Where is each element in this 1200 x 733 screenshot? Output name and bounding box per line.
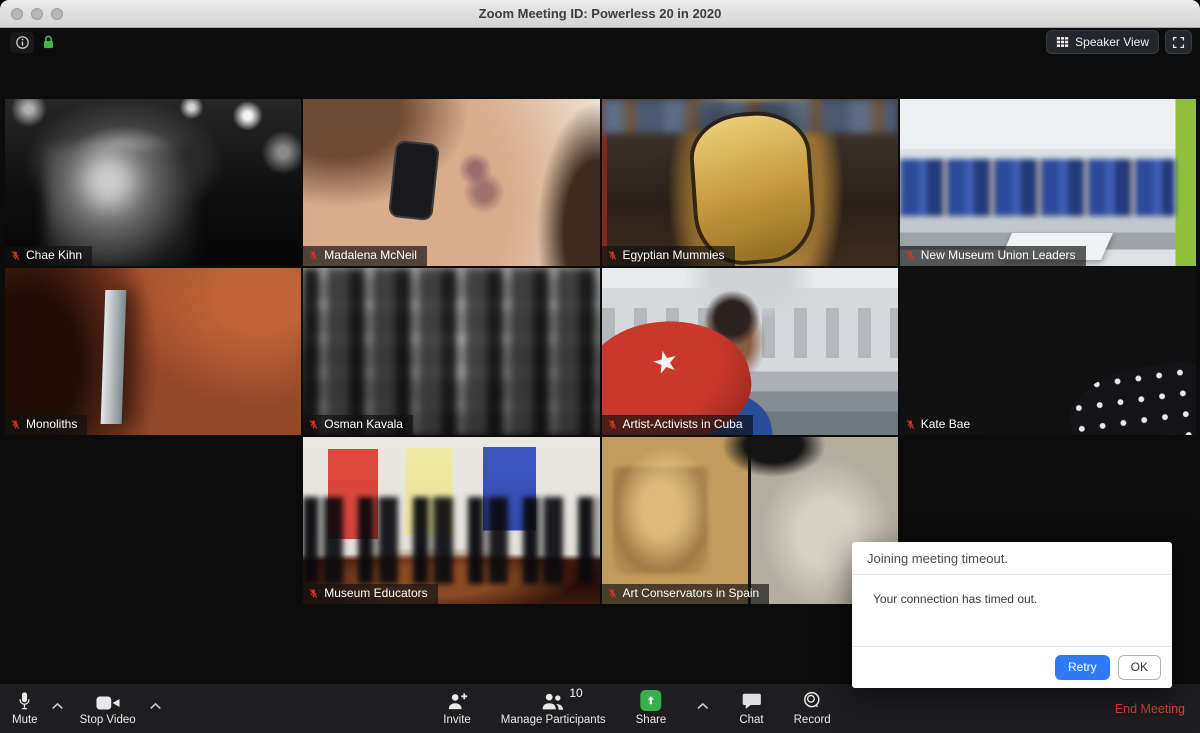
video-tile-new-museum-union-leaders[interactable]: New Museum Union Leaders [900,99,1196,266]
share-button[interactable]: Share [636,690,667,726]
participant-nameplate: New Museum Union Leaders [900,246,1086,266]
record-button[interactable]: Record [794,690,831,726]
participant-nameplate: Chae Kihn [5,246,92,266]
participant-nameplate: Monoliths [5,415,87,435]
manage-participants-label: Manage Participants [501,714,606,726]
muted-mic-icon [905,250,916,261]
speaker-view-button[interactable]: Speaker View [1046,30,1159,54]
gallery-grid-icon [1056,36,1069,48]
participant-nameplate: Kate Bae [900,415,980,435]
participant-name: Kate Bae [921,418,970,431]
mute-label: Mute [12,714,38,726]
fullscreen-icon [1172,36,1185,49]
muted-mic-icon [308,419,319,430]
participant-name: Madalena McNeil [324,249,417,262]
video-tile-osman-kavala[interactable]: Osman Kavala [303,268,599,435]
participant-name: Art Conservators in Spain [623,587,760,600]
participant-name: Osman Kavala [324,418,403,431]
lock-icon [41,34,56,50]
participant-nameplate: Museum Educators [303,584,437,604]
video-tile-kate-bae[interactable]: Kate Bae [900,268,1196,435]
muted-mic-icon [905,419,916,430]
participant-nameplate: Osman Kavala [303,415,413,435]
participants-icon [541,692,566,711]
window-titlebar: Zoom Meeting ID: Powerless 20 in 2020 [0,0,1200,28]
meeting-topbar: Speaker View [10,30,1192,54]
meeting-content: Speaker View Chae Kihn Madalena McNeil [0,28,1200,733]
manage-participants-button[interactable]: 10 Manage Participants [501,690,606,726]
video-grid: Chae Kihn Madalena McNeil Egyptian Mummi… [5,99,1196,604]
chevron-up-icon [149,702,162,710]
participant-nameplate: Art Conservators in Spain [602,584,770,604]
muted-mic-icon [10,250,21,261]
meeting-toolbar: Mute Stop Video [0,684,1200,733]
muted-mic-icon [607,588,618,599]
chevron-up-icon [51,702,64,710]
video-options-chevron[interactable] [149,697,162,715]
video-tile-monoliths[interactable]: Monoliths [5,268,301,435]
traffic-lights [11,8,63,20]
joining-timeout-dialog: Joining meeting timeout. Your connection… [852,542,1172,688]
end-meeting-button[interactable]: End Meeting [1115,702,1185,716]
invite-person-icon [446,691,468,711]
share-label: Share [636,714,667,726]
muted-mic-icon [607,419,618,430]
participant-name: Egyptian Mummies [623,249,725,262]
info-icon [15,35,30,50]
stop-video-button[interactable]: Stop Video [80,690,136,726]
close-window-button[interactable] [11,8,23,20]
participant-nameplate: Artist-Activists in Cuba [602,415,753,435]
video-tile-chae-kihn[interactable]: Chae Kihn [5,99,301,266]
encryption-lock-button[interactable] [41,34,56,50]
dialog-message: Your connection has timed out. [852,575,1172,646]
invite-button[interactable]: Invite [443,690,471,726]
minimize-window-button[interactable] [31,8,43,20]
chat-button[interactable]: Chat [739,690,763,726]
share-screen-icon [644,694,657,707]
participant-nameplate: Egyptian Mummies [602,246,735,266]
mute-button[interactable]: Mute [12,690,38,726]
window-title: Zoom Meeting ID: Powerless 20 in 2020 [479,6,722,21]
video-tile-madalena-mcneil[interactable]: Madalena McNeil [303,99,599,266]
stop-video-label: Stop Video [80,714,136,726]
mute-options-chevron[interactable] [51,697,64,715]
chat-label: Chat [739,714,763,726]
participant-name: New Museum Union Leaders [921,249,1076,262]
muted-mic-icon [10,419,21,430]
ok-button[interactable]: OK [1118,655,1161,680]
muted-mic-icon [308,250,319,261]
participant-name: Chae Kihn [26,249,82,262]
fullscreen-button[interactable] [1165,30,1192,54]
zoom-window: Zoom Meeting ID: Powerless 20 in 2020 [0,0,1200,733]
participant-name: Artist-Activists in Cuba [623,418,743,431]
muted-mic-icon [308,588,319,599]
zoom-window-button[interactable] [51,8,63,20]
participants-count-badge: 10 [569,687,582,699]
chat-bubble-icon [741,692,762,711]
dialog-title: Joining meeting timeout. [852,542,1172,575]
record-icon [802,690,823,711]
video-tile-egyptian-mummies[interactable]: Egyptian Mummies [602,99,898,266]
record-label: Record [794,714,831,726]
participant-nameplate: Madalena McNeil [303,246,427,266]
participant-name: Monoliths [26,418,77,431]
microphone-icon [16,690,33,711]
dialog-footer: Retry OK [852,646,1172,688]
speaker-view-label: Speaker View [1075,35,1149,49]
video-camera-icon [96,695,120,711]
chevron-up-icon [696,702,709,710]
participant-name: Museum Educators [324,587,427,600]
invite-label: Invite [443,714,471,726]
muted-mic-icon [607,250,618,261]
retry-button[interactable]: Retry [1055,655,1110,680]
video-tile-museum-educators[interactable]: Museum Educators [303,437,599,604]
meeting-info-button[interactable] [10,32,34,53]
video-tile-artist-activists-in-cuba[interactable]: Artist-Activists in Cuba [602,268,898,435]
share-options-chevron[interactable] [696,697,709,715]
